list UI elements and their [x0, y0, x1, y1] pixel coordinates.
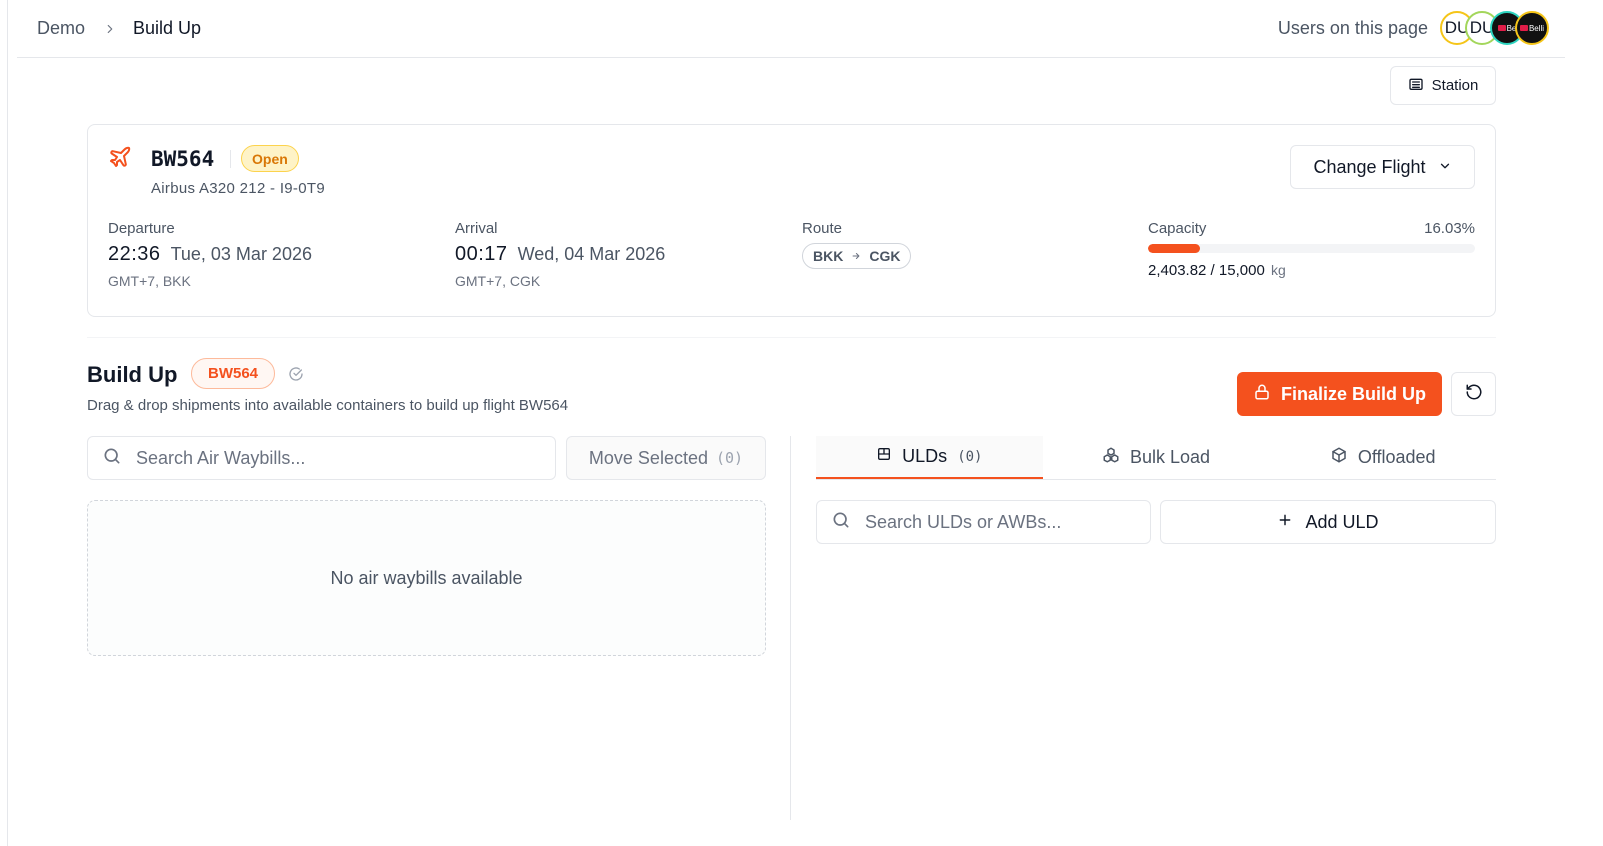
tab-bulk-load-label: Bulk Load [1129, 447, 1211, 467]
search-icon [102, 446, 122, 471]
page-title: Build Up [87, 362, 178, 387]
check-circle-icon [288, 366, 304, 387]
presence-indicator: Users on this page DU DU Be Belli [1278, 11, 1549, 45]
breadcrumb-current: Build Up [133, 18, 202, 38]
section-divider [87, 337, 1496, 338]
presence-label: Users on this page [1277, 17, 1428, 38]
station-label: Station [1431, 77, 1479, 94]
finalize-label: Finalize Build Up [1280, 383, 1426, 404]
package-icon [1330, 446, 1348, 469]
move-selected-button[interactable]: Move Selected (0) [566, 436, 766, 480]
tab-ulds-label: ULDs [902, 446, 948, 466]
departure-date: Tue, 03 Mar 2026 [170, 244, 312, 264]
awb-empty-state: No air waybills available [87, 500, 766, 656]
aircraft-info: Airbus A320 212 - I9-0T9 [151, 180, 325, 197]
route-origin: BKK [813, 248, 844, 264]
capacity-info: Capacity 16.03% 2,403.82 / 15,000 kg [1148, 220, 1475, 279]
finalize-build-up-button[interactable]: Finalize Build Up [1237, 372, 1442, 416]
plus-icon [1277, 512, 1293, 533]
route-destination: CGK [869, 248, 901, 264]
panel-divider [790, 436, 791, 820]
avatar[interactable]: Belli [1515, 11, 1549, 45]
page-description: Drag & drop shipments into available con… [87, 397, 569, 414]
add-uld-label: Add ULD [1305, 511, 1379, 532]
arrival-label: Arrival [455, 220, 498, 237]
uld-search-input[interactable] [865, 511, 1145, 533]
rotate-ccw-icon [1465, 383, 1483, 406]
flight-number: BW564 [151, 147, 215, 171]
status-badge: Open [241, 145, 299, 172]
avatar-stack[interactable]: DU DU Be Belli [1440, 11, 1549, 45]
tab-ulds[interactable]: ULDs (0) [816, 436, 1043, 479]
move-selected-count: (0) [715, 449, 744, 467]
boxes-icon [1102, 446, 1120, 469]
container-icon [876, 446, 892, 467]
breadcrumb-root[interactable]: Demo [37, 18, 85, 39]
station-button[interactable]: Station [1390, 66, 1496, 105]
flight-summary-card: BW564 Open Airbus A320 212 - I9-0T9 Chan… [87, 124, 1496, 317]
capacity-percent: 16.03% [1424, 220, 1475, 237]
awb-search-field[interactable] [87, 436, 556, 480]
departure-time: 22:36 [108, 243, 161, 265]
capacity-unit: kg [1270, 262, 1286, 278]
uld-search-field[interactable] [816, 500, 1151, 544]
left-border [7, 0, 8, 846]
tab-bulk-load[interactable]: Bulk Load [1043, 436, 1270, 479]
change-flight-button[interactable]: Change Flight [1290, 145, 1475, 189]
route-info: Route BKK CGK [802, 220, 912, 269]
refresh-button[interactable] [1451, 372, 1496, 416]
arrival-info: Arrival 00:17 Wed, 04 Mar 2026 GMT+7, CG… [455, 220, 665, 289]
tab-offloaded-label: Offloaded [1357, 447, 1436, 467]
departure-timezone: GMT+7, BKK [108, 273, 191, 289]
building-icon [1408, 76, 1424, 96]
arrival-date: Wed, 04 Mar 2026 [517, 244, 666, 264]
tab-offloaded[interactable]: Offloaded [1269, 436, 1496, 479]
change-flight-label: Change Flight [1313, 156, 1426, 177]
arrival-time: 00:17 [455, 243, 508, 265]
capacity-weight: 2,403.82 / 15,000 kg [1148, 262, 1286, 279]
capacity-progress-fill [1148, 244, 1201, 253]
capacity-progress-bar [1148, 244, 1475, 253]
lock-icon [1253, 383, 1271, 406]
chevron-down-icon [1438, 157, 1452, 178]
chevron-right-icon [103, 22, 117, 36]
arrival-timezone: GMT+7, CGK [455, 273, 541, 289]
divider [230, 150, 231, 168]
top-header: Demo Build Up Users on this page DU DU B… [17, 0, 1565, 58]
add-uld-button[interactable]: Add ULD [1160, 500, 1496, 544]
route-pill: BKK CGK [802, 243, 912, 269]
flight-badge: BW564 [191, 358, 275, 389]
awb-search-input[interactable] [136, 447, 516, 469]
tab-ulds-count: (0) [957, 448, 983, 465]
search-icon [831, 510, 851, 535]
arrow-right-icon [851, 248, 861, 264]
route-label: Route [802, 220, 843, 237]
empty-state-text: No air waybills available [330, 567, 523, 588]
departure-info: Departure 22:36 Tue, 03 Mar 2026 GMT+7, … [108, 220, 312, 289]
departure-label: Departure [108, 220, 175, 237]
capacity-used: 2,403.82 [1148, 262, 1207, 279]
move-selected-label: Move Selected [588, 447, 708, 468]
plane-icon [108, 145, 132, 174]
capacity-label: Capacity [1148, 220, 1207, 237]
uld-tabs: ULDs (0) Bulk Load Offloaded [816, 436, 1496, 480]
capacity-total: 15,000 [1218, 262, 1265, 279]
